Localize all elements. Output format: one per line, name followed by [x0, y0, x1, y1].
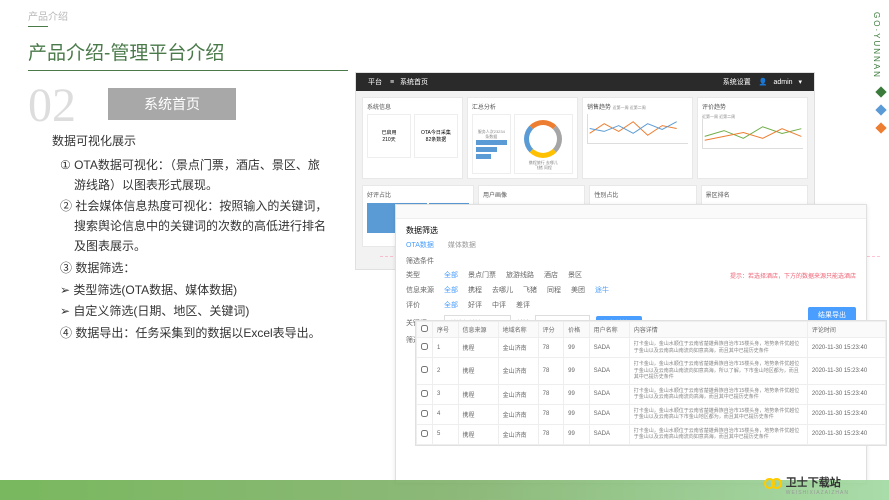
- breadcrumb: 产品介绍: [28, 8, 68, 23]
- brand-vertical: GO·YUNNAN: [872, 12, 881, 79]
- dashboard-topbar: 平台 ≡ 系统首页 系统设置 👤 admin ▾: [356, 73, 814, 91]
- tab-media[interactable]: 媒体数据: [448, 242, 476, 249]
- section-number: 02: [28, 78, 76, 133]
- table-row[interactable]: 2携程金山济南7899SADA打卡金山，金山水顺位于云南省楚雄彝族自治市15楼头…: [417, 358, 886, 385]
- rating-options[interactable]: 全部好评中评差评: [444, 300, 540, 310]
- row-checkbox[interactable]: [421, 390, 428, 397]
- filter-title: 数据筛选: [406, 225, 856, 236]
- card-review-trend: 评价趋势 近第一周 近第二周: [697, 97, 808, 179]
- user-icon[interactable]: 👤 admin ▾: [759, 78, 802, 86]
- watermark: 卫士下载站WEISHIXIAZAIZHAN: [764, 474, 849, 496]
- dash-logo: 平台: [368, 77, 382, 87]
- table-row[interactable]: 3携程金山济南7899SADA打卡金山，金山水顺位于云南省楚雄彝族自治市15楼头…: [417, 384, 886, 404]
- table-row[interactable]: 1携程金山济南7899SADA打卡金山，金山水顺位于云南省楚雄彝族自治市15楼头…: [417, 338, 886, 358]
- select-all-checkbox[interactable]: [421, 325, 428, 332]
- source-options[interactable]: 全部携程去哪儿飞猪同程美团途牛: [444, 285, 619, 295]
- desc-item-1: ① OTA数据可视化：（景点门票，酒店、景区、旅游线路）以图表形式展现。: [60, 156, 330, 196]
- desc-bullet-1: ➢ 类型筛选(OTA数据、媒体数据): [60, 281, 330, 301]
- page-title: 产品介绍-管理平台介绍: [28, 38, 224, 65]
- watermark-icon: [764, 478, 782, 492]
- dash-settings-link[interactable]: 系统设置: [723, 77, 751, 87]
- desc-item-4: ④ 数据导出：任务采集到的数据以Excel表导出。: [60, 324, 330, 344]
- desc-heading: 数据可视化展示: [52, 132, 330, 152]
- accent-dots: [877, 88, 885, 132]
- desc-item-3: ③ 数据筛选：: [60, 259, 330, 279]
- card-summary: 汇总分析 服务人次23234条数据 携程旅行 去哪儿飞猪 同程: [467, 97, 578, 179]
- row-checkbox[interactable]: [421, 366, 428, 373]
- tab-ota[interactable]: OTA数据: [406, 242, 434, 249]
- footer-wave: [0, 480, 889, 500]
- section-tab[interactable]: 系统首页: [108, 88, 236, 120]
- dash-menu[interactable]: ≡ 系统首页: [390, 77, 432, 87]
- card-sales-trend: 销售趋势 近第一周 近第二周: [582, 97, 693, 179]
- desc-bullet-2: ➢ 自定义筛选(日期、地区、关键词): [60, 302, 330, 322]
- filter-tabs[interactable]: OTA数据 媒体数据: [406, 240, 856, 250]
- table-row[interactable]: 4携程金山济南7899SADA打卡金山，金山水顺位于云南省楚雄彝族自治市15楼头…: [417, 404, 886, 424]
- filter-warning: 提示：若选择酒店，下方的数据来源只能选酒店: [730, 271, 856, 280]
- row-checkbox[interactable]: [421, 343, 428, 350]
- card-system-info: 系统信息 已启用210天 OTA今日采集82条数据: [362, 97, 463, 179]
- desc-item-2: ② 社会媒体信息热度可视化：按照输入的关键词，搜索舆论信息中的关键词的次数的高低…: [60, 197, 330, 256]
- description-column: 数据可视化展示 ① OTA数据可视化：（景点门票，酒店、景区、旅游线路）以图表形…: [60, 132, 330, 346]
- type-options[interactable]: 全部景点门票旅游线路酒店景区: [444, 270, 592, 280]
- row-checkbox[interactable]: [421, 410, 428, 417]
- row-checkbox[interactable]: [421, 430, 428, 437]
- table-row[interactable]: 5携程金山济南7899SADA打卡金山，金山水顺位于云南省楚雄彝族自治市15楼头…: [417, 424, 886, 444]
- results-table: 序号信息来源地域名称评分价格用户名称内容详情评论时间 1携程金山济南7899SA…: [415, 320, 887, 446]
- table-header-row: 序号信息来源地域名称评分价格用户名称内容详情评论时间: [417, 322, 886, 338]
